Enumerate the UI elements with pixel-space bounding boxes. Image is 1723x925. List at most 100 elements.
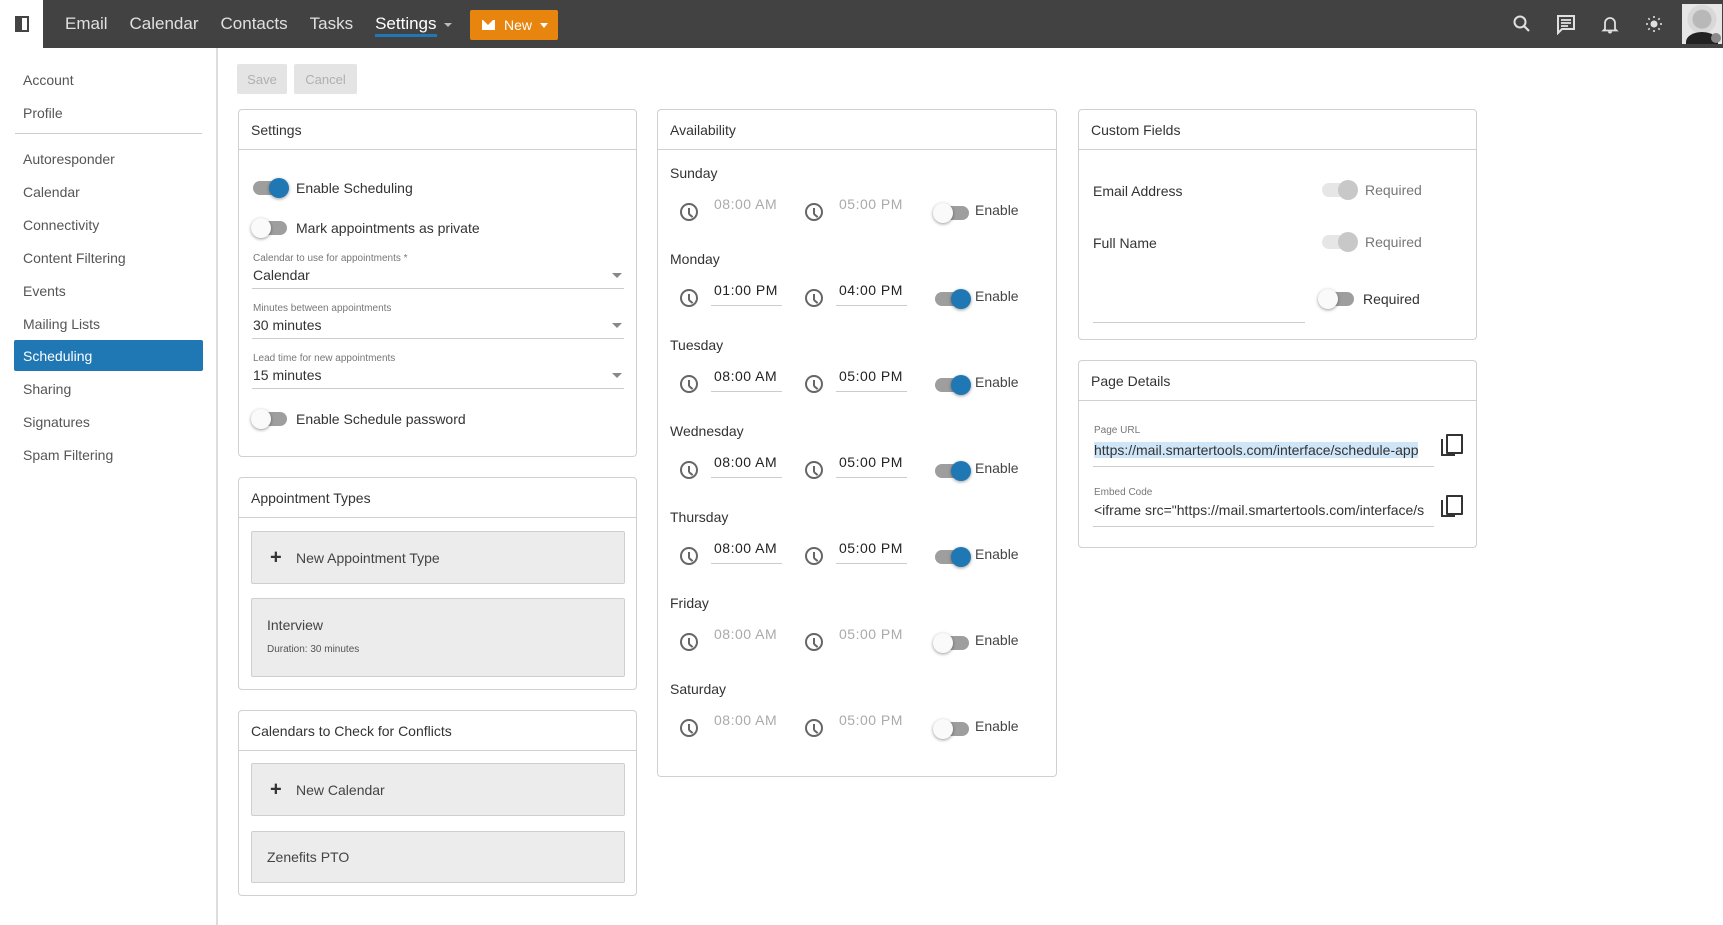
notifications-button[interactable]	[1588, 0, 1632, 48]
end-time-field[interactable]: 05:00 PM	[836, 454, 907, 478]
copy-embed-icon[interactable]	[1441, 495, 1463, 517]
start-time-field[interactable]: 08:00 AM	[711, 540, 782, 564]
page-url-field[interactable]: Page URL https://mail.smartertools.com/i…	[1093, 425, 1434, 467]
theme-button[interactable]	[1632, 0, 1676, 48]
fullname-required-row: Required	[1322, 232, 1422, 252]
day-label: Saturday	[670, 681, 727, 697]
end-time-field[interactable]: 05:00 PM	[836, 368, 907, 392]
sidebar-item-scheduling[interactable]: Scheduling	[14, 340, 203, 371]
clock-icon[interactable]	[805, 375, 823, 393]
sidebar-toggle-button[interactable]	[0, 0, 43, 48]
start-time-field[interactable]: 08:00 AM	[711, 368, 782, 392]
clock-icon[interactable]	[680, 375, 698, 393]
new-appointment-type-button[interactable]: + New Appointment Type	[251, 531, 625, 584]
end-time-field[interactable]: 05:00 PM	[836, 540, 907, 564]
lead-time-select[interactable]: Lead time for new appointments 15 minute…	[252, 353, 624, 389]
start-time-field[interactable]: 08:00 AM	[711, 712, 782, 736]
email-required-toggle[interactable]	[1322, 180, 1358, 200]
end-time-field[interactable]: 05:00 PM	[836, 196, 907, 220]
settings-panel: Settings Enable Scheduling Mark appointm…	[238, 109, 637, 457]
mail-icon	[482, 20, 495, 30]
custom-field-full-name: Full Name	[1093, 235, 1157, 251]
brightness-icon	[1646, 16, 1662, 32]
day-label: Thursday	[670, 509, 729, 525]
enable-label: Enable	[975, 546, 1019, 562]
minutes-between-select[interactable]: Minutes between appointments 30 minutes	[252, 303, 624, 339]
day-enable-toggle[interactable]	[933, 719, 969, 739]
clock-icon[interactable]	[805, 547, 823, 565]
clock-icon[interactable]	[680, 461, 698, 479]
mark-private-toggle[interactable]	[251, 218, 287, 238]
clock-icon[interactable]	[680, 719, 698, 737]
clock-icon[interactable]	[680, 633, 698, 651]
sidebar-item-spam-filtering[interactable]: Spam Filtering	[14, 439, 203, 470]
start-time-field[interactable]: 08:00 AM	[711, 196, 782, 220]
clock-icon[interactable]	[805, 289, 823, 307]
start-time-field[interactable]: 08:00 AM	[711, 454, 782, 478]
day-label: Tuesday	[670, 337, 724, 353]
new-calendar-button[interactable]: + New Calendar	[251, 763, 625, 816]
start-time-field[interactable]: 01:00 PM	[711, 282, 782, 306]
sidebar-item-mailing-lists[interactable]: Mailing Lists	[14, 308, 203, 339]
start-time-field[interactable]: 08:00 AM	[711, 626, 782, 650]
sidebar-item-calendar[interactable]: Calendar	[14, 176, 203, 207]
day-enable-toggle[interactable]	[933, 203, 969, 223]
mark-private-row: Mark appointments as private	[251, 218, 480, 238]
enable-label: Enable	[975, 202, 1019, 218]
custom-fields-panel: Custom Fields Email Address Required Ful…	[1078, 109, 1477, 340]
search-button[interactable]	[1500, 0, 1544, 48]
user-avatar[interactable]	[1682, 4, 1722, 44]
conflict-calendar-item[interactable]: Zenefits PTO	[251, 831, 625, 883]
day-label: Sunday	[670, 165, 718, 181]
settings-sidebar: Account Profile Autoresponder Calendar C…	[0, 48, 218, 925]
clock-icon[interactable]	[680, 289, 698, 307]
nav-contacts[interactable]: Contacts	[221, 14, 288, 34]
end-time-field[interactable]: 05:00 PM	[836, 712, 907, 736]
day-enable-toggle[interactable]	[935, 461, 971, 481]
end-time-field[interactable]: 04:00 PM	[836, 282, 907, 306]
appointment-type-item[interactable]: Interview Duration: 30 minutes	[251, 598, 625, 677]
new-button-label: New	[504, 17, 533, 33]
nav-settings[interactable]: Settings	[375, 14, 452, 37]
panel-title: Calendars to Check for Conflicts	[239, 711, 636, 751]
enable-scheduling-toggle[interactable]	[253, 178, 289, 198]
nav-calendar[interactable]: Calendar	[130, 14, 199, 34]
sidebar-item-account[interactable]: Account	[14, 64, 203, 95]
sidebar-item-autoresponder[interactable]: Autoresponder	[14, 143, 203, 174]
day-enable-toggle[interactable]	[933, 633, 969, 653]
day-enable-toggle[interactable]	[935, 547, 971, 567]
calendar-select[interactable]: Calendar to use for appointments * Calen…	[252, 253, 624, 289]
enable-scheduling-label: Enable Scheduling	[296, 180, 413, 196]
sidebar-item-profile[interactable]: Profile	[14, 97, 203, 128]
embed-code-field[interactable]: Embed Code <iframe src="https://mail.sma…	[1093, 487, 1434, 527]
cancel-button[interactable]: Cancel	[294, 64, 357, 94]
clock-icon[interactable]	[805, 633, 823, 651]
nav-tasks[interactable]: Tasks	[310, 14, 353, 34]
enable-label: Enable	[975, 632, 1019, 648]
schedule-password-toggle[interactable]	[251, 409, 287, 429]
clock-icon[interactable]	[805, 203, 823, 221]
fullname-required-toggle[interactable]	[1322, 232, 1358, 252]
clock-icon[interactable]	[805, 719, 823, 737]
nav-email[interactable]: Email	[65, 14, 108, 34]
schedule-password-row: Enable Schedule password	[251, 409, 466, 429]
save-button[interactable]: Save	[237, 64, 287, 94]
new-button[interactable]: New	[470, 10, 558, 40]
end-time-field[interactable]: 05:00 PM	[836, 626, 907, 650]
sidebar-item-content-filtering[interactable]: Content Filtering	[14, 242, 203, 273]
day-enable-toggle[interactable]	[935, 289, 971, 309]
custom-field-name-input[interactable]	[1093, 265, 1305, 323]
clock-icon[interactable]	[805, 461, 823, 479]
copy-url-icon[interactable]	[1441, 434, 1463, 456]
sidebar-item-signatures[interactable]: Signatures	[14, 406, 203, 437]
sidebar-toggle-icon	[14, 16, 29, 32]
day-enable-toggle[interactable]	[935, 375, 971, 395]
sidebar-item-sharing[interactable]: Sharing	[14, 373, 203, 404]
sidebar-item-connectivity[interactable]: Connectivity	[14, 209, 203, 240]
new-dropdown-icon[interactable]	[540, 23, 548, 28]
clock-icon[interactable]	[680, 203, 698, 221]
sidebar-item-events[interactable]: Events	[14, 275, 203, 306]
clock-icon[interactable]	[680, 547, 698, 565]
custom-required-toggle[interactable]	[1318, 289, 1354, 309]
chat-button[interactable]	[1544, 0, 1588, 48]
